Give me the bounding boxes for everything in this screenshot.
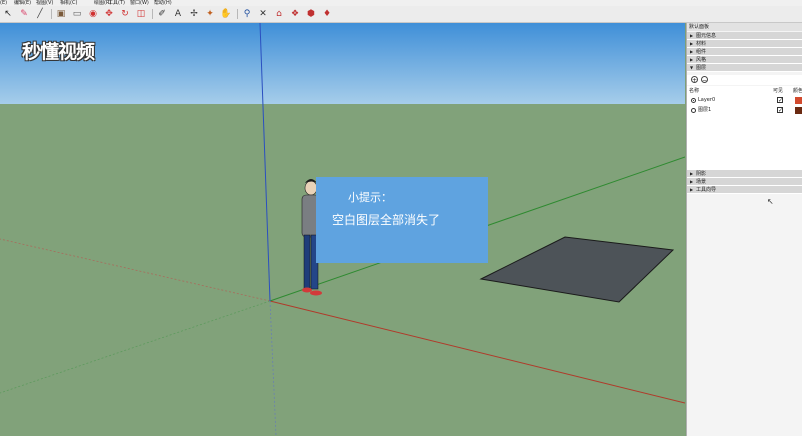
tip-box: 小提示： 空白图层全部消失了 [316, 177, 488, 263]
section-shadows[interactable]: ▶ 阴影 [687, 170, 802, 178]
drawing-viewport[interactable]: 秒懂视频 小提示： 空白图层全部消失了 [0, 23, 685, 436]
axis-red [269, 300, 685, 404]
axis-blue [259, 23, 271, 302]
tray-title: 默认面板 [687, 23, 802, 31]
section-label: 风格 [696, 57, 707, 63]
section-label: 工具向导 [696, 187, 717, 193]
layer-color-swatch[interactable] [795, 97, 802, 104]
tape-measure-icon[interactable]: ✐ [156, 8, 168, 20]
column-header-name[interactable]: 名称 [689, 88, 699, 94]
layers-toolbar: + − [687, 75, 802, 85]
column-header-visible[interactable]: 可见 [773, 88, 783, 94]
share-model-icon[interactable]: ⬢ [305, 8, 317, 20]
expand-arrow-icon: ▶ [690, 179, 694, 184]
toolbar-separator [152, 9, 153, 19]
pan-icon[interactable]: ✋ [220, 8, 232, 20]
visible-checkbox[interactable]: ✓ [777, 107, 783, 114]
axis-blue-dotted [269, 300, 277, 436]
section-entity-info[interactable]: ▶ 图元信息 [687, 32, 802, 40]
main-toolbar: ↖ ✎ ╱ ▣ ▭ ◉ ✥ ↻ ◫ ✐ A ✢ ✦ ✋ ⚲ ✕ ⌂ ❖ ⬢ ♦ [0, 6, 802, 23]
expand-arrow-icon: ▶ [690, 187, 694, 192]
section-label: 图元信息 [696, 33, 717, 39]
offset-icon[interactable]: ◫ [135, 8, 147, 20]
axes-icon[interactable]: ✢ [188, 8, 200, 20]
rectangle-face[interactable] [479, 236, 675, 303]
expand-arrow-icon: ▶ [690, 33, 694, 38]
tip-title: 小提示： [348, 191, 392, 204]
rotate-icon[interactable]: ↻ [119, 8, 131, 20]
expand-arrow-icon: ▶ [690, 57, 694, 62]
axis-red-dotted [0, 238, 271, 302]
section-layers[interactable]: ▼ 图层 [687, 64, 802, 72]
eraser-icon[interactable]: ✎ [18, 8, 30, 20]
column-header-color[interactable]: 颜色 [793, 88, 802, 94]
orbit-icon[interactable]: ✦ [204, 8, 216, 20]
layers-table: 名称 可见 颜色 Layer0 ✓ 图层1 ✓ ↖ [687, 86, 802, 206]
section-label: 图层 [696, 65, 707, 71]
rectangle-icon[interactable]: ▭ [71, 8, 83, 20]
section-label: 阴影 [696, 171, 707, 177]
delete-layer-icon[interactable]: − [701, 76, 708, 84]
layer-row[interactable]: 图层1 ✓ [687, 106, 802, 115]
visible-checkbox[interactable]: ✓ [777, 97, 783, 104]
line-icon[interactable]: ╱ [34, 8, 46, 20]
push-pull-icon[interactable]: ◉ [87, 8, 99, 20]
mouse-cursor-icon: ↖ [767, 197, 774, 206]
section-components[interactable]: ▶ 组件 [687, 48, 802, 56]
select-arrow-icon[interactable]: ↖ [2, 8, 14, 20]
section-label: 组件 [696, 49, 707, 55]
section-scenes[interactable]: ▶ 场景 [687, 178, 802, 186]
layer-name[interactable]: Layer0 [698, 97, 715, 104]
toolbar-separator [51, 9, 52, 19]
move-icon[interactable]: ✥ [103, 8, 115, 20]
expand-arrow-icon: ▶ [690, 171, 694, 176]
paint-bucket-icon[interactable]: ▣ [55, 8, 67, 20]
layer-row[interactable]: Layer0 ✓ [687, 96, 802, 105]
section-instructor[interactable]: ▶ 工具向导 [687, 186, 802, 194]
tip-body: 空白图层全部消失了 [332, 213, 441, 227]
text-icon[interactable]: A [172, 8, 184, 20]
zoom-icon[interactable]: ⚲ [241, 8, 253, 20]
layer-color-swatch[interactable] [795, 107, 802, 114]
zoom-extents-icon[interactable]: ✕ [257, 8, 269, 20]
warehouse-icon[interactable]: ⌂ [273, 8, 285, 20]
active-layer-radio[interactable] [691, 108, 696, 113]
section-materials[interactable]: ▶ 材料 [687, 40, 802, 48]
expand-arrow-icon: ▶ [690, 41, 694, 46]
section-styles[interactable]: ▶ 风格 [687, 56, 802, 64]
default-tray: 默认面板 ▶图元信息 ▶材料 ▶组件 ▶风格 ▼图层 + − 名称 可见 颜色 … [686, 23, 802, 436]
collapse-arrow-icon: ▼ [690, 65, 694, 70]
components-icon[interactable]: ❖ [289, 8, 301, 20]
section-label: 场景 [696, 179, 707, 185]
axis-green-dotted [0, 300, 271, 394]
watermark-logo: 秒懂视频 [22, 41, 95, 63]
expand-arrow-icon: ▶ [690, 49, 694, 54]
extension-icon[interactable]: ♦ [321, 8, 333, 20]
section-label: 材料 [696, 41, 707, 47]
active-layer-radio[interactable] [691, 98, 696, 103]
add-layer-icon[interactable]: + [691, 76, 698, 84]
layer-name[interactable]: 图层1 [698, 107, 711, 114]
toolbar-separator [237, 9, 238, 19]
